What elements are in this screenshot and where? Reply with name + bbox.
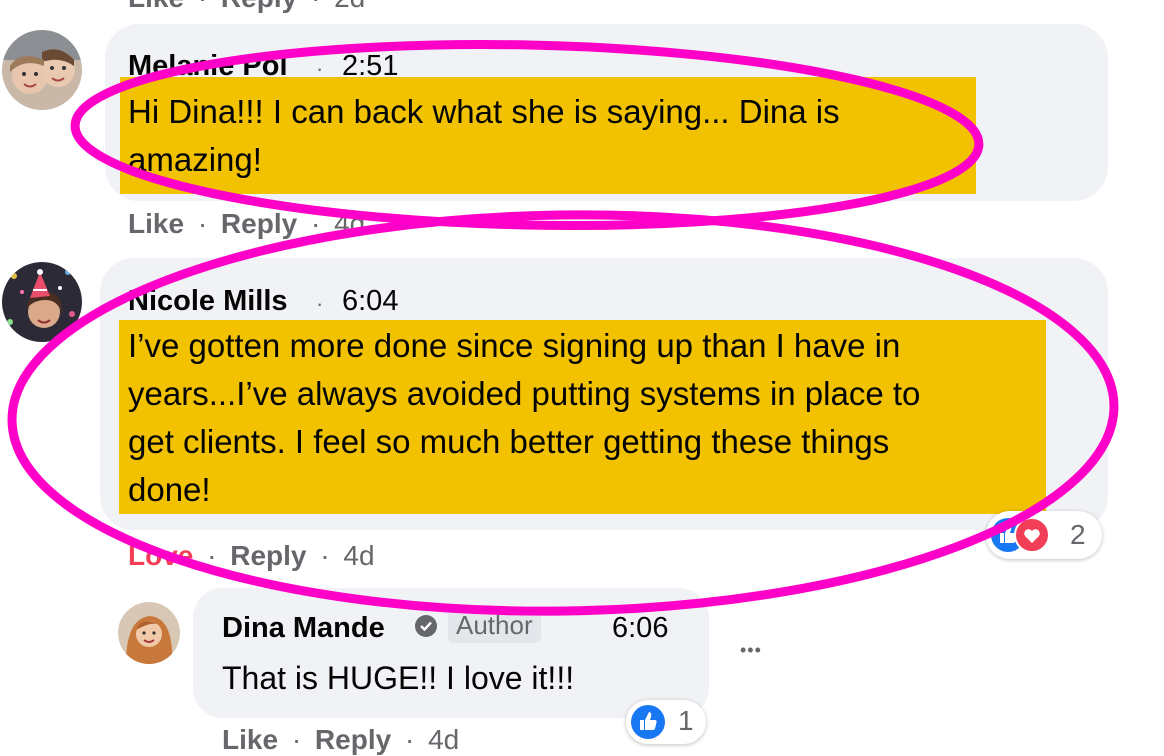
annotation-ellipse-bottom <box>7 210 1119 616</box>
annotation-ellipse-top <box>70 40 984 230</box>
annotation-overlay <box>7 40 1119 616</box>
